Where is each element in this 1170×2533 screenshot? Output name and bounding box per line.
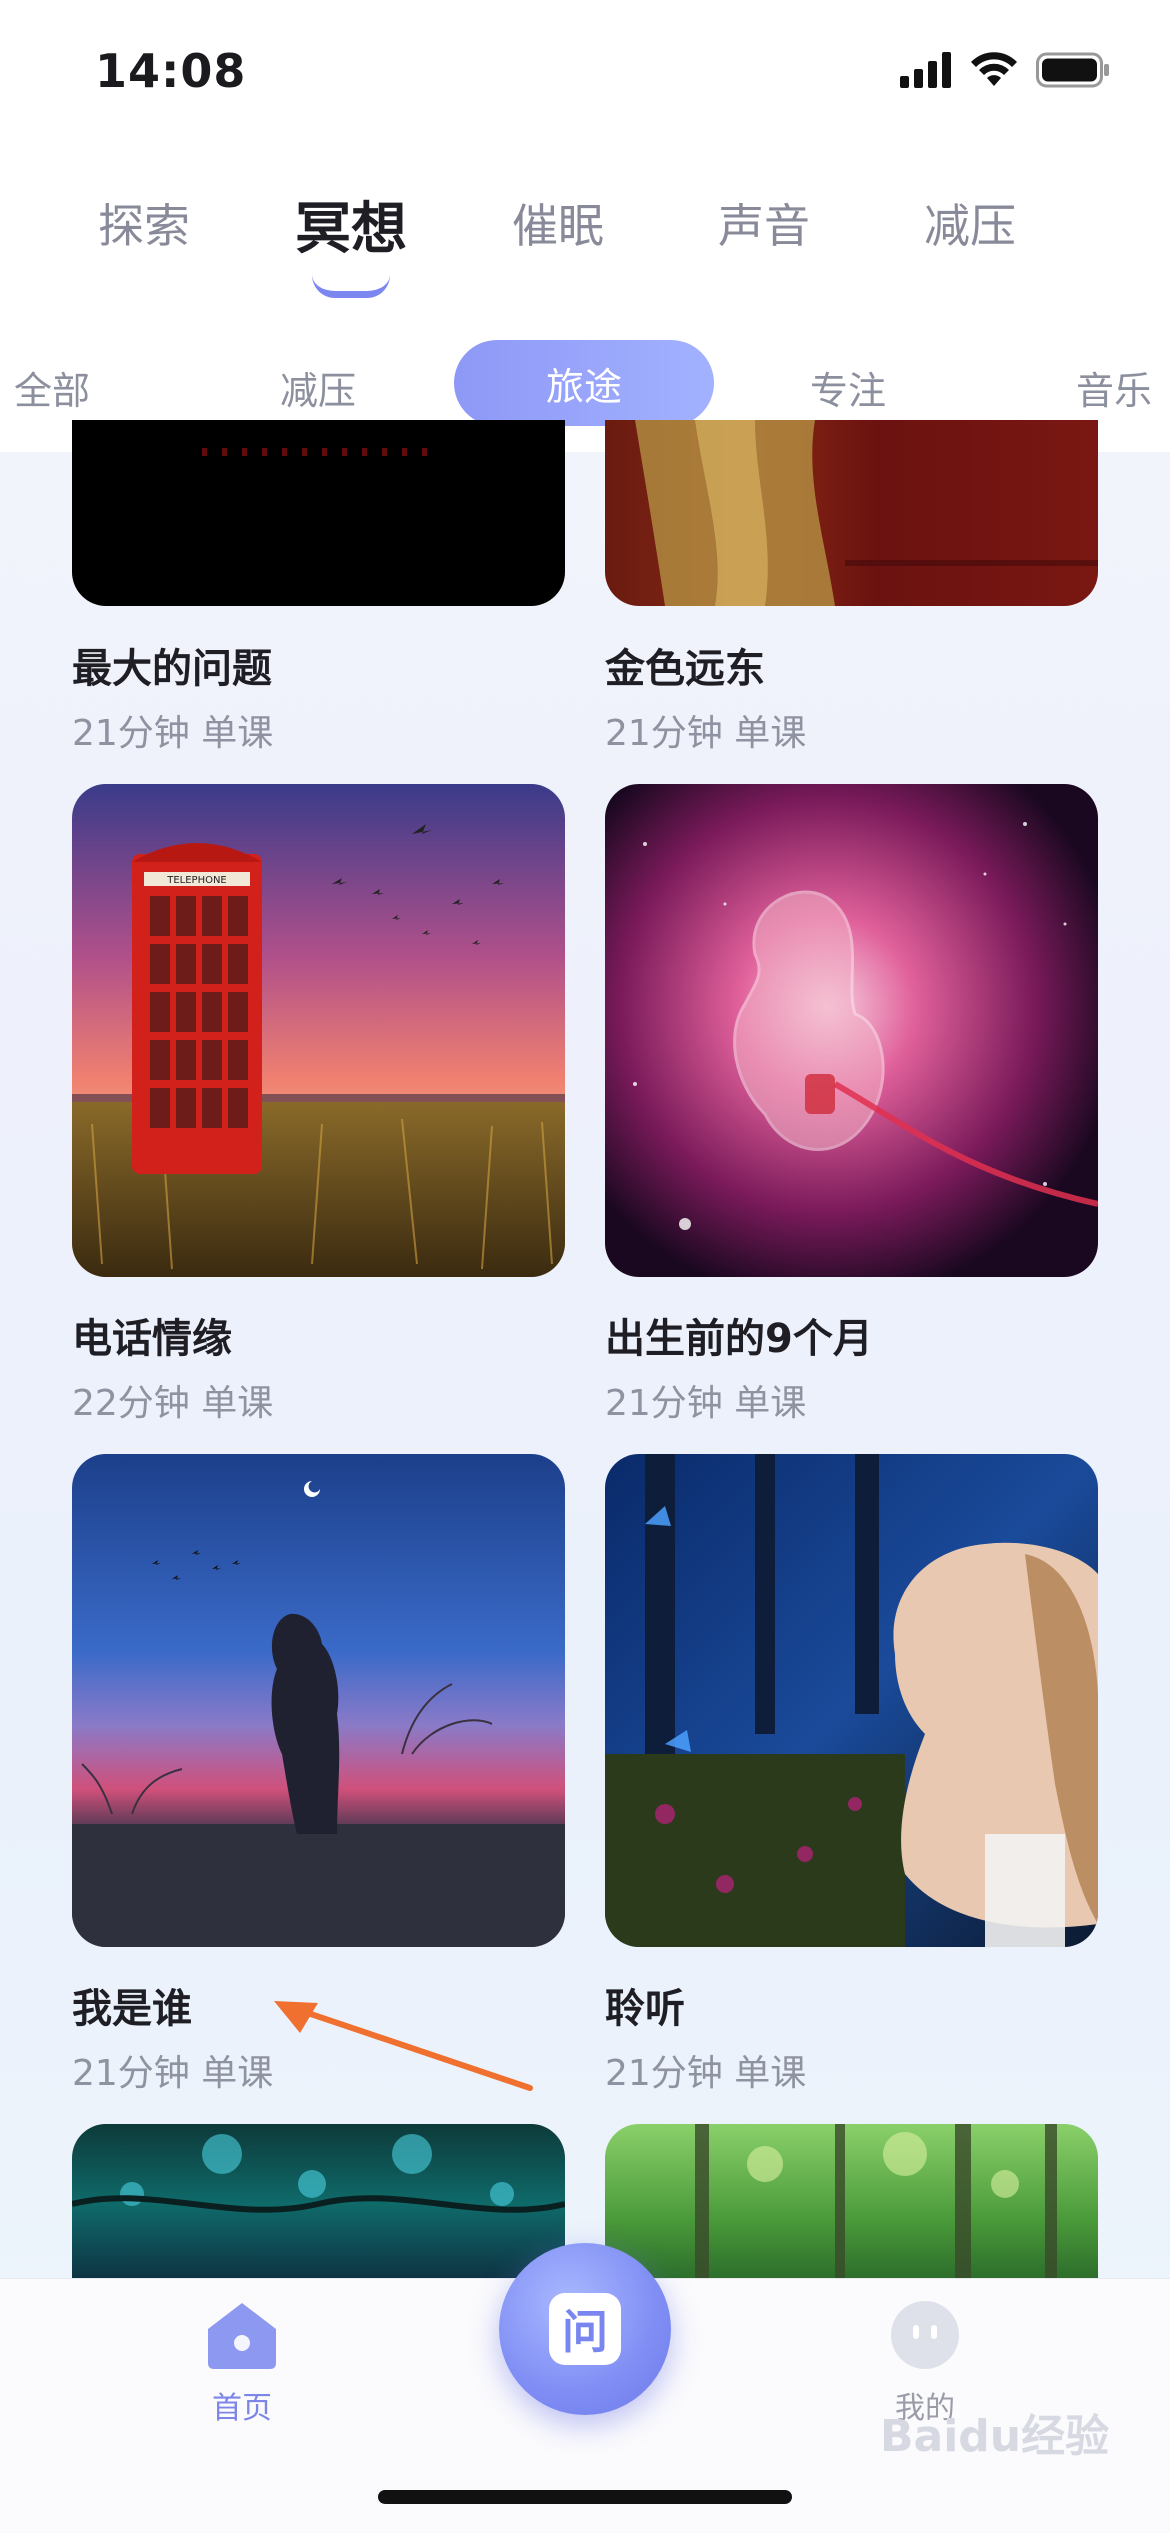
- card-image-listen[interactable]: [605, 1454, 1098, 1947]
- signal-icon: [900, 52, 951, 88]
- card-title: 金色远东: [605, 646, 765, 692]
- annotation-arrow: [274, 2001, 533, 2091]
- card-meta: 21分钟 单课: [72, 713, 274, 754]
- tab-hypnosis[interactable]: 催眠: [468, 190, 648, 256]
- status-time: 14:08: [95, 44, 247, 98]
- card-image-green-forest[interactable]: [605, 2124, 1098, 2284]
- ask-icon-glyph: 问: [562, 2305, 608, 2359]
- card-meta: 21分钟 单课: [72, 2053, 274, 2094]
- card-meta: 21分钟 单课: [605, 713, 807, 754]
- nav-home[interactable]: 首页: [167, 2299, 317, 2427]
- category-tab-bar: 全部 减压 旅途 专注 音乐: [0, 340, 1170, 430]
- card-image-nine-months[interactable]: [605, 784, 1098, 1277]
- status-icons: [900, 50, 1110, 90]
- active-tab-indicator: [312, 275, 390, 298]
- card-title: 电话情缘: [72, 1316, 232, 1362]
- home-icon: [208, 2303, 276, 2369]
- card-image-who-am-i[interactable]: [72, 1454, 565, 1947]
- phone-booth-sign: TELEPHONE: [166, 875, 227, 886]
- card-meta: 21分钟 单课: [605, 2053, 807, 2094]
- category-focus[interactable]: 专注: [810, 360, 886, 415]
- profile-icon: [891, 2301, 959, 2369]
- ask-icon: 问: [549, 2293, 621, 2365]
- category-all[interactable]: 全部: [14, 360, 90, 415]
- center-ask-button[interactable]: 问: [499, 2243, 671, 2415]
- card-image-golden-east[interactable]: [605, 420, 1098, 606]
- battery-icon: [1036, 52, 1109, 88]
- home-indicator: [378, 2490, 792, 2504]
- nav-home-label: 首页: [212, 2391, 272, 2426]
- card-title: 最大的问题: [72, 646, 272, 692]
- card-meta: 21分钟 单课: [605, 1383, 807, 1424]
- card-image-biggest-question[interactable]: [72, 420, 565, 606]
- card-title: 出生前的9个月: [605, 1316, 873, 1362]
- wifi-icon: [971, 52, 1017, 86]
- main-tab-bar: 探索 冥想 催眠 声音 减压: [0, 190, 1170, 300]
- tab-sound[interactable]: 声音: [674, 190, 854, 256]
- card-title: 我是谁: [72, 1986, 192, 2032]
- tab-meditation[interactable]: 冥想: [261, 184, 441, 265]
- category-decompress[interactable]: 减压: [280, 360, 356, 415]
- card-image-phone-booth[interactable]: TELEPHONE: [72, 784, 565, 1277]
- card-image-forest-reflection[interactable]: [72, 2124, 565, 2284]
- category-journey[interactable]: 旅途: [454, 340, 714, 426]
- tab-explore[interactable]: 探索: [54, 190, 234, 256]
- card-meta: 22分钟 单课: [72, 1383, 274, 1424]
- category-music[interactable]: 音乐: [1076, 360, 1152, 415]
- card-title: 聆听: [605, 1986, 685, 2032]
- watermark: Baidu经验: [880, 2411, 1110, 2462]
- tab-decompress[interactable]: 减压: [880, 190, 1060, 256]
